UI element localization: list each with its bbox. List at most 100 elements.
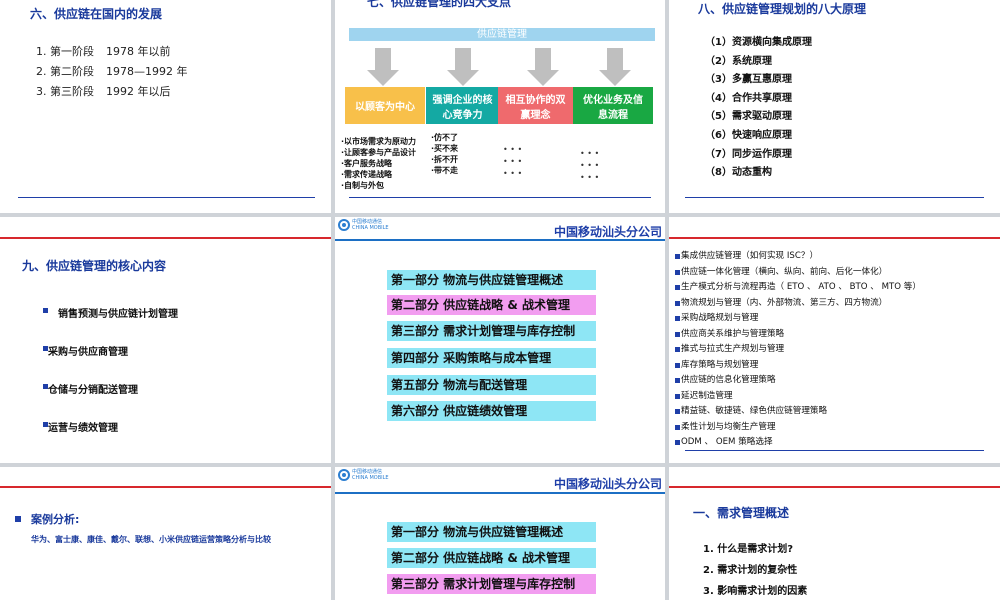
list-item: （8）动态重构: [705, 167, 772, 179]
list-item: 采购战略规划与管理: [675, 311, 921, 327]
bullet-icon: [675, 285, 680, 291]
supply-chain-bar: 供应链管理: [349, 28, 655, 41]
company-name: 中国移动汕头分公司: [553, 225, 662, 239]
list-item: 2. 需求计划的复杂性: [703, 565, 798, 576]
list-item: 销售预测与供应链计划管理: [43, 305, 178, 343]
slide-title: 六、供应链在国内的发展: [30, 7, 163, 21]
slide-1[interactable]: 六、供应链在国内的发展 1. 第一阶段 1978 年以前 2. 第二阶段 197…: [0, 0, 331, 213]
china-mobile-logo-icon: [338, 469, 350, 481]
demand-topic-list: 1. 什么是需求计划? 2. 需求计划的复杂性 3. 影响需求计划的因素: [703, 539, 807, 600]
bullet-icon: [15, 516, 21, 522]
bullet-icon: [675, 440, 680, 446]
list-item: 2. 第二阶段 1978—1992 年: [36, 64, 188, 79]
agenda-part-6[interactable]: 第六部分 供应链绩效管理: [387, 401, 596, 421]
header-rule: [669, 237, 1000, 239]
agenda-part-5[interactable]: 第五部分 物流与配送管理: [387, 375, 596, 395]
slide-title: 七、供应链管理的四大支点: [367, 0, 512, 9]
header-rule: [669, 486, 1000, 488]
china-mobile-logo-icon: [338, 219, 350, 231]
slide-4[interactable]: 九、供应链管理的核心内容 销售预测与供应链计划管理 采购与供应商管理 仓储与分销…: [0, 217, 331, 463]
list-item: （2）系统原理: [705, 55, 772, 67]
bullet-icon: [675, 347, 680, 353]
slide-6[interactable]: 集成供应链管理（如何实现 ISC？） 供应链一体化管理（横向、纵向、前向、后化一…: [669, 217, 1000, 463]
slide-3[interactable]: 八、供应链管理规划的八大原理 （1）资源横向集成原理 （2）系统原理 （3）多赢…: [669, 0, 1000, 213]
core-content-list: 销售预测与供应链计划管理 采购与供应商管理 仓储与分销配送管理 运营与绩效管理: [43, 305, 178, 457]
header-rule: [0, 486, 331, 488]
list-item: 推式与拉式生产规划与管理: [675, 342, 921, 358]
china-mobile-logo: 中国移动通信 CHINA MOBILE: [338, 219, 389, 231]
slide-5[interactable]: 中国移动通信 CHINA MOBILE 中国移动汕头分公司 第一部分 物流与供应链…: [335, 217, 665, 463]
bullet-icon: [675, 269, 680, 275]
slide-title: 八、供应链管理规划的八大原理: [698, 2, 867, 16]
pillar-box: 相互协作的双赢理念: [498, 87, 573, 124]
agenda-part-3[interactable]: 第三部分 需求计划管理与库存控制: [387, 574, 596, 594]
slide-thumbnail-grid: 六、供应链在国内的发展 1. 第一阶段 1978 年以前 2. 第二阶段 197…: [0, 0, 1000, 600]
company-name: 中国移动汕头分公司: [553, 477, 662, 491]
list-item: 供应链一体化管理（横向、纵向、前向、后化一体化）: [675, 265, 921, 281]
pillar-box: 优化业务及信息流程: [573, 87, 653, 124]
slide-8[interactable]: 中国移动通信 CHINA MOBILE 中国移动汕头分公司 第一部分 物流与供应链…: [335, 467, 665, 600]
list-item: ODM 、 OEM 策略选择: [675, 435, 921, 451]
pillar-box: 强调企业的核心竞争力: [426, 87, 499, 124]
down-arrow-icon: [447, 48, 479, 86]
list-item: （6）快速响应原理: [705, 129, 792, 141]
list-item: 生产模式分析与流程再造（ ETO 、 ATO 、 BTO 、 MTO 等）: [675, 280, 921, 296]
slide-9[interactable]: 一、需求管理概述 1. 什么是需求计划? 2. 需求计划的复杂性 3. 影响需求…: [669, 467, 1000, 600]
principle-list: （1）资源横向集成原理 （2）系统原理 （3）多赢互惠原理 （4）合作共享原理 …: [705, 34, 812, 183]
pillar-3-ellipsis: • • • • • • • • •: [503, 145, 523, 178]
bullet-icon: [675, 300, 680, 306]
list-item: 精益链、敏捷链、绿色供应链管理策略: [675, 404, 921, 420]
agenda-part-3[interactable]: 第三部分 需求计划管理与库存控制: [387, 321, 596, 341]
slide-2[interactable]: 七、供应链管理的四大支点 供应链管理 以顾客为中心 强调企业的核心竞争力 相互协…: [335, 0, 665, 213]
list-item: 供应链的信息化管理策略: [675, 373, 921, 389]
list-item: （7）同步运作原理: [705, 148, 792, 160]
agenda-part-1[interactable]: 第一部分 物流与供应链管理概述: [387, 522, 596, 542]
header-rule: [335, 492, 665, 494]
bullet-icon: [675, 378, 680, 384]
pillar-1-points: ·以市场需求为原动力 ·让顾客参与产品设计 ·客户服务战略 ·需求传递战略 ·自…: [341, 137, 417, 190]
list-item: 物流规划与管理（内、外部物流、第三方、四方物流）: [675, 296, 921, 312]
footer-rule: [685, 197, 984, 198]
list-item: 集成供应链管理（如何实现 ISC？）: [675, 249, 921, 265]
list-item: （4）合作共享原理: [705, 92, 792, 104]
china-mobile-logo: 中国移动通信 CHINA MOBILE: [338, 469, 389, 481]
slide-title: 九、供应链管理的核心内容: [22, 259, 167, 273]
list-item: （3）多赢互惠原理: [705, 74, 792, 86]
bullet-icon: [675, 316, 680, 322]
pillar-4-ellipsis: • • • • • • • • •: [580, 149, 600, 182]
case-study-subtitle: 华为、富士康、康佳、戴尔、联想、小米供应链运营策略分析与比较: [31, 535, 271, 544]
header-rule: [0, 237, 331, 239]
list-item: 3. 第三阶段 1992 年以后: [36, 84, 171, 99]
list-item: 延迟制造管理: [675, 389, 921, 405]
list-item: （1）资源横向集成原理: [705, 37, 812, 48]
bullet-icon: [675, 254, 680, 260]
footer-rule: [18, 197, 315, 198]
footer-rule: [685, 450, 984, 451]
down-arrow-icon: [599, 48, 631, 86]
footer-rule: [349, 197, 651, 198]
pillar-box: 以顾客为中心: [345, 87, 425, 124]
list-item: 仓储与分销配送管理: [43, 381, 178, 419]
bullet-icon: [675, 409, 680, 415]
agenda-part-2[interactable]: 第二部分 供应链战略 & 战术管理: [387, 295, 596, 315]
list-item: 1. 什么是需求计划?: [703, 544, 794, 555]
pillar-2-points: ·仿不了 ·买不来 ·拆不开 ·带不走: [431, 133, 459, 175]
bullet-icon: [675, 331, 680, 337]
down-arrow-icon: [367, 48, 399, 86]
agenda-part-1[interactable]: 第一部分 物流与供应链管理概述: [387, 270, 596, 290]
agenda-part-4[interactable]: 第四部分 采购策略与成本管理: [387, 348, 596, 368]
list-item: 采购与供应商管理: [43, 343, 178, 381]
bullet-icon: [675, 393, 680, 399]
slide-title: 一、需求管理概述: [693, 506, 790, 520]
case-study-heading: 案例分析:: [15, 511, 79, 527]
bullet-icon: [675, 424, 680, 430]
list-item: 运营与绩效管理: [43, 419, 178, 457]
bullet-icon: [43, 308, 48, 313]
list-item: 库存策略与规划管理: [675, 358, 921, 374]
bullet-icon: [675, 362, 680, 368]
topic-list: 集成供应链管理（如何实现 ISC？） 供应链一体化管理（横向、纵向、前向、后化一…: [675, 249, 921, 451]
slide-7[interactable]: 案例分析: 华为、富士康、康佳、戴尔、联想、小米供应链运营策略分析与比较: [0, 467, 331, 600]
down-arrow-icon: [527, 48, 559, 86]
agenda-part-2[interactable]: 第二部分 供应链战略 & 战术管理: [387, 548, 596, 568]
list-item: （5）需求驱动原理: [705, 111, 792, 123]
